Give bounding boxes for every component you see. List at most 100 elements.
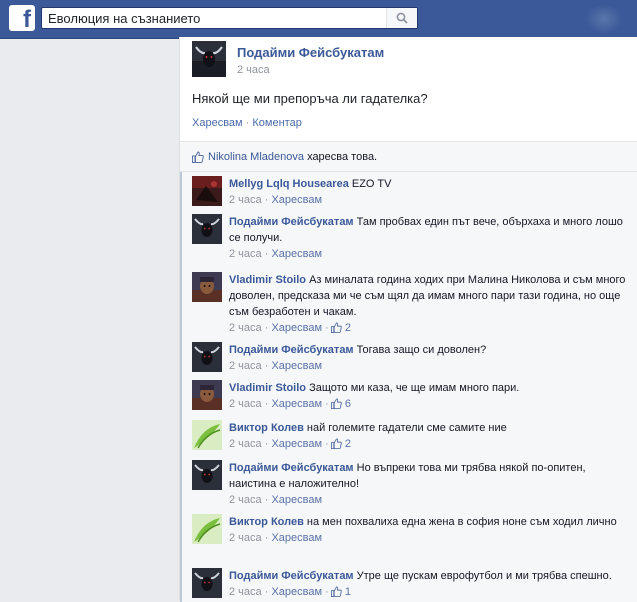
comment-meta: 2 часа · Харесвам [229, 358, 629, 374]
like-count-icon [330, 398, 342, 409]
comment-like-link[interactable]: Харесвам [271, 438, 322, 450]
like-count-icon [330, 586, 342, 597]
separator-dot: · [264, 398, 269, 410]
commenter-name[interactable]: Подайми Фейсбукатам [229, 216, 354, 228]
comment-body: Подайми Фейсбукатам Там пробвах един път… [229, 214, 629, 262]
post-comment-link[interactable]: Коментар [252, 117, 301, 129]
search-icon [396, 12, 408, 24]
post-author-name[interactable]: Подайми Фейсбукатам [237, 45, 384, 60]
comment-timestamp[interactable]: 2 часа [229, 360, 262, 372]
comment-like-link[interactable]: Харесвам [271, 322, 322, 334]
post-card: Подайми Фейсбукатам 2 часа Някой ще ми п… [179, 37, 637, 602]
comment-text: Защото ми каза, че ще имам много пари. [309, 382, 520, 394]
comment-timestamp[interactable]: 2 часа [229, 194, 262, 206]
commenter-avatar[interactable] [192, 514, 222, 544]
comment-like-link[interactable]: Харесвам [271, 398, 322, 410]
search-box[interactable] [41, 7, 418, 29]
post-like-link[interactable]: Харесвам [192, 117, 243, 129]
commenter-avatar[interactable] [192, 380, 222, 410]
comment-like-link[interactable]: Харесвам [271, 194, 322, 206]
comment-body: Подайми Фейсбукатам Тогава защо си довол… [229, 342, 629, 374]
comment-timestamp[interactable]: 2 часа [229, 438, 262, 450]
comment-like-link[interactable]: Харесвам [271, 494, 322, 506]
comment-text: Утре ще пускам еврофутбол и ми трябва сп… [356, 570, 612, 582]
comment-meta: 2 часа · Харесвам · 2 [229, 436, 629, 452]
comment-body: Vladimir Stoilo Аз миналата година ходих… [229, 272, 629, 336]
comment-timestamp[interactable]: 2 часа [229, 586, 262, 598]
liker-name[interactable]: Nikolina Mladenova [208, 151, 304, 163]
comment-text: най големите гадатели сме самите ние [306, 422, 507, 434]
comment-meta: 2 часа · Харесвам [229, 192, 629, 208]
separator-dot: · [325, 438, 329, 450]
comment-body: Mellyg Lqlq Housearea EZO TV 2 часа · Хар… [229, 176, 629, 208]
commenter-avatar[interactable] [192, 342, 222, 372]
separator-dot: · [264, 322, 269, 334]
commenter-name[interactable]: Mellyg Lqlq Housearea [229, 178, 349, 190]
comment-text: на мен похвалиха една жена в софия ноне … [306, 516, 617, 528]
commenter-name[interactable]: Подайми Фейсбукатам [229, 462, 354, 474]
commenter-avatar[interactable] [192, 568, 222, 598]
comment-like-link[interactable]: Харесвам [271, 532, 322, 544]
commenter-avatar[interactable] [192, 176, 222, 206]
separator-dot: · [264, 248, 269, 260]
comment-body: Подайми Фейсбукатам Утре ще пускам евроф… [229, 568, 629, 600]
comments-divider [180, 172, 182, 602]
comment-body: Виктор Колев най големите гадатели сме с… [229, 420, 629, 452]
commenter-name[interactable]: Виктор Колев [229, 422, 304, 434]
comment-like-link[interactable]: Харесвам [271, 360, 322, 372]
separator-dot: · [245, 117, 250, 129]
comment-meta: 2 часа · Харесвам [229, 492, 629, 508]
commenter-avatar[interactable] [192, 420, 222, 450]
comment-timestamp[interactable]: 2 часа [229, 532, 262, 544]
comment-meta: 2 часа · Харесвам · 1 [229, 584, 629, 600]
commenter-avatar[interactable] [192, 460, 222, 490]
separator-dot: · [264, 194, 269, 206]
comment-timestamp[interactable]: 2 часа [229, 494, 262, 506]
post-timestamp[interactable]: 2 часа [237, 64, 270, 76]
separator-dot: · [264, 532, 269, 544]
separator-dot: · [264, 586, 269, 598]
facebook-logo[interactable]: f [9, 5, 35, 31]
post-text: Някой ще ми препоръча ли гадателка? [192, 91, 428, 106]
commenter-name[interactable]: Подайми Фейсбукатам [229, 570, 354, 582]
search-button[interactable] [386, 8, 417, 28]
separator-dot: · [325, 398, 329, 410]
commenter-name[interactable]: Vladimir Stoilo [229, 274, 306, 286]
comment-meta: 2 часа · Харесвам [229, 246, 629, 262]
like-count[interactable]: 2 [345, 322, 351, 334]
comment-body: Виктор Колев на мен похвалиха една жена … [229, 514, 629, 546]
like-count[interactable]: 1 [345, 586, 351, 598]
separator-dot: · [325, 322, 329, 334]
search-input[interactable] [48, 9, 378, 27]
like-count-icon [330, 438, 342, 449]
separator-dot: · [264, 438, 269, 450]
separator-dot: · [325, 586, 329, 598]
comment-text: EZO TV [351, 178, 392, 190]
commenter-name[interactable]: Виктор Колев [229, 516, 304, 528]
profile-avatar[interactable] [585, 4, 623, 34]
comment-like-link[interactable]: Харесвам [271, 586, 322, 598]
likes-summary: Nikolina Mladenova харесва това. [180, 141, 637, 172]
like-count-icon [330, 322, 342, 333]
likes-text: Nikolina Mladenova харесва това. [208, 151, 377, 163]
comment-timestamp[interactable]: 2 часа [229, 322, 262, 334]
commenter-name[interactable]: Vladimir Stoilo [229, 382, 306, 394]
like-count[interactable]: 2 [345, 438, 351, 450]
like-count[interactable]: 6 [345, 398, 351, 410]
comments-list: Mellyg Lqlq Housearea EZO TV 2 часа · Хар… [180, 171, 637, 602]
comment-timestamp[interactable]: 2 часа [229, 398, 262, 410]
author-avatar[interactable] [192, 41, 226, 77]
commenter-avatar[interactable] [192, 214, 222, 244]
comment-body: Vladimir Stoilo Защото ми каза, че ще им… [229, 380, 629, 412]
commenter-name[interactable]: Подайми Фейсбукатам [229, 344, 354, 356]
comment-meta: 2 часа · Харесвам · 6 [229, 396, 629, 412]
commenter-avatar[interactable] [192, 272, 222, 302]
comment-meta: 2 часа · Харесвам · 2 [229, 320, 629, 336]
separator-dot: · [264, 494, 269, 506]
post-actions: Харесвам · Коментар [192, 117, 302, 129]
comment-like-link[interactable]: Харесвам [271, 248, 322, 260]
comment-timestamp[interactable]: 2 часа [229, 248, 262, 260]
comment-body: Подайми Фейсбукатам Но въпреки това ми т… [229, 460, 629, 508]
likes-suffix: харесва това. [307, 151, 378, 163]
top-bar: f [0, 0, 637, 39]
